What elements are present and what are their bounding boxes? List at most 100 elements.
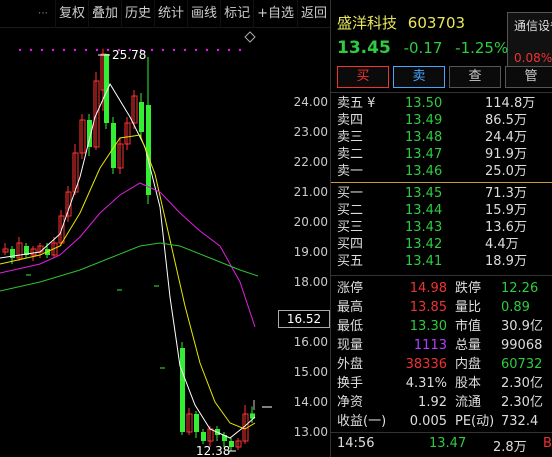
tick-trade-row: 14:56 13.47 2.8万 B (337, 436, 552, 455)
kline-chart-canvas[interactable]: 25.78 12.38 (0, 28, 330, 457)
sell-order-row[interactable]: 卖二 13.47 91.9万 (337, 146, 552, 163)
stat-value: 14.98 (409, 281, 447, 296)
order-price: 13.47 (405, 147, 443, 162)
stat-row: 最高 13.85 量比 0.89 (337, 299, 552, 317)
toolbar-history-button[interactable]: 历史 (121, 0, 154, 28)
sector-label: 通信设备 (514, 19, 552, 33)
toolbar-fuquan-button[interactable]: 复权 (54, 0, 88, 28)
signal-dot (150, 48, 154, 52)
diamond-marker-icon (244, 31, 256, 43)
order-price: 13.49 (405, 113, 443, 128)
candle-body (180, 348, 185, 432)
signal-dot (216, 48, 220, 52)
buy-order-row[interactable]: 买一 13.45 71.3万 (337, 185, 552, 202)
order-volume: 91.9万 (485, 147, 527, 162)
order-volume: 24.4万 (485, 130, 527, 145)
stock-header: 盛洋科技 603703 (337, 12, 465, 33)
stat-value: 99068 (501, 338, 543, 353)
buy-order-row[interactable]: 买二 13.44 15.9万 (337, 202, 552, 219)
stat-label: PE(动) (455, 414, 495, 429)
stat-value: 30.9亿 (501, 319, 543, 334)
buy-button[interactable]: 买 (337, 66, 389, 88)
signal-dot (238, 48, 242, 52)
price-axis-label: 20.00 (293, 215, 328, 229)
order-volume: 18.9万 (485, 254, 527, 269)
signal-dot (161, 48, 165, 52)
order-volume: 71.3万 (485, 186, 527, 201)
divider (331, 92, 552, 93)
trade-time: 14:56 (337, 436, 375, 451)
order-price: 13.45 (405, 186, 443, 201)
signal-dot (84, 48, 88, 52)
stat-value: 12.26 (501, 281, 539, 296)
stat-label: 内盘 (455, 357, 482, 372)
stat-row: 净资 1.92 流通 2.30亿 (337, 394, 552, 412)
price-axis-label: 24.00 (293, 95, 328, 109)
toolbar-stats-button[interactable]: 统计 (154, 0, 187, 28)
order-price: 13.50 (405, 96, 443, 111)
toolbar-dots-icon: ⋯ (37, 8, 49, 19)
price-axis-label: 19.00 (293, 245, 328, 259)
signal-dot (194, 48, 198, 52)
sell-order-row[interactable]: 卖三 13.48 24.4万 (337, 129, 552, 146)
price-axis-label: 18.00 (293, 275, 328, 289)
order-level-label: 卖二 (337, 147, 364, 162)
stat-row: 收益(一) 0.005 PE(动) 732.4 (337, 413, 552, 431)
sell-order-row[interactable]: 卖四 13.49 86.5万 (337, 112, 552, 129)
stat-label: 净资 (337, 395, 364, 410)
order-volume: 114.8万 (485, 96, 536, 111)
order-price: 13.41 (405, 254, 443, 269)
candle-body (201, 432, 206, 441)
order-price: 13.44 (405, 203, 443, 218)
price-change-pct: -1.25% (455, 39, 509, 57)
order-price: 13.48 (405, 130, 443, 145)
sell-order-row[interactable]: 卖一 13.46 25.0万 (337, 163, 552, 180)
candle-body (139, 102, 144, 132)
trade-direction: B (543, 436, 552, 451)
sell-order-row[interactable]: 卖五 ¥ 13.50 114.8万 (337, 95, 552, 112)
buy-order-row[interactable]: 买四 13.42 4.4万 (337, 236, 552, 253)
order-level-label: 买五 (337, 254, 364, 269)
kline-chart-panel[interactable]: ⋯ 复权 叠加 历史 统计 画线 标记 +自选 返回 25.78 12.38 24… (0, 0, 330, 457)
stat-value: 4.31% (405, 376, 447, 391)
order-level-label: 卖五 ¥ (337, 96, 376, 111)
stat-value: 13.30 (409, 319, 447, 334)
low-price-marker: 12.38 (196, 444, 230, 457)
stat-label: 涨停 (337, 281, 364, 296)
orderbook-separator (331, 182, 552, 183)
stock-name: 盛洋科技 (337, 14, 398, 32)
toolbar-mark-button[interactable]: 标记 (220, 0, 253, 28)
toolbar-back-button[interactable]: 返回 (296, 0, 330, 28)
signal-dot (205, 48, 209, 52)
signal-dot (51, 48, 55, 52)
order-volume: 13.6万 (485, 220, 527, 235)
buy-order-row[interactable]: 买三 13.43 13.6万 (337, 219, 552, 236)
query-button[interactable]: 查 (449, 66, 501, 88)
toolbar-draw-button[interactable]: 画线 (187, 0, 220, 28)
order-volume: 15.9万 (485, 203, 527, 218)
stat-value: 38336 (405, 357, 447, 372)
order-price: 13.43 (405, 220, 443, 235)
signal-dot (62, 48, 66, 52)
stat-label: 收益(一) (337, 414, 387, 429)
price-axis-label: 13.00 (293, 425, 328, 439)
quote-panel: 盛洋科技 603703 通信设备 0.08% 13.45 -0.17 -1.25… (330, 0, 552, 457)
order-level-label: 买四 (337, 237, 364, 252)
manage-button[interactable]: 管 (505, 66, 552, 88)
high-price-marker: 25.78 (112, 48, 146, 62)
stat-value: 2.30亿 (501, 376, 543, 391)
sell-button[interactable]: 卖 (393, 66, 445, 88)
signal-dot (95, 48, 99, 52)
price-axis-label: 22.00 (293, 155, 328, 169)
signal-dot (106, 48, 110, 52)
stat-label: 最高 (337, 300, 364, 315)
current-price-tag: 16.52 (278, 310, 330, 328)
stock-code: 603703 (407, 14, 466, 32)
signal-dot (73, 48, 77, 52)
buy-order-row[interactable]: 买五 13.41 18.9万 (337, 253, 552, 270)
toolbar-overlay-button[interactable]: 叠加 (88, 0, 121, 28)
order-level-label: 买二 (337, 203, 364, 218)
trade-actions: 买 卖 查 管 (337, 66, 552, 88)
signal-dot (40, 48, 44, 52)
toolbar-add-watchlist-button[interactable]: +自选 (253, 0, 297, 28)
